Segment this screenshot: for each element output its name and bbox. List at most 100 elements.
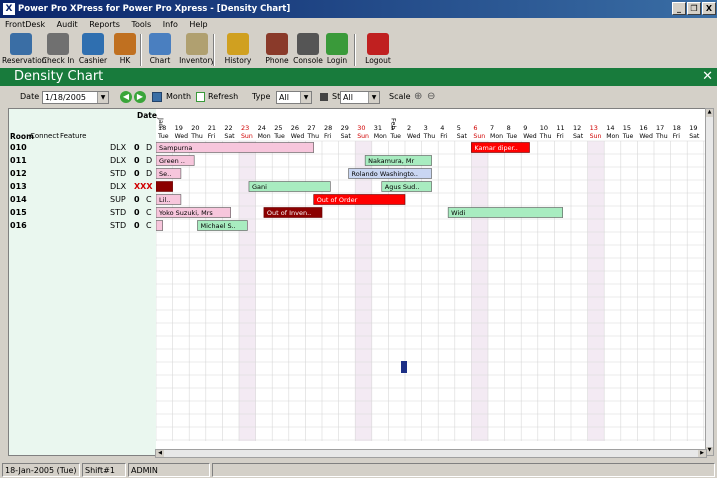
day-number: 15 bbox=[623, 124, 631, 132]
day-number: 19 bbox=[689, 124, 697, 132]
booking-label: Gani bbox=[252, 183, 267, 191]
zoom-out-icon[interactable]: ⊖ bbox=[427, 86, 435, 108]
connect-column-header: Connect bbox=[30, 132, 59, 140]
scroll-left-icon[interactable]: ◀ bbox=[156, 450, 164, 457]
chevron-down-icon[interactable]: ▼ bbox=[97, 92, 108, 103]
panel-close-icon[interactable]: ✕ bbox=[702, 68, 713, 86]
room-type: SUP bbox=[110, 195, 126, 204]
scroll-down-icon[interactable]: ▼ bbox=[706, 447, 713, 455]
minimize-button[interactable]: _ bbox=[672, 2, 686, 15]
toolbar-check-in-button[interactable]: Check In bbox=[38, 32, 78, 68]
horizontal-scrollbar[interactable]: ◀ ▶ bbox=[155, 449, 707, 458]
menu-frontdesk[interactable]: FrontDesk bbox=[5, 20, 45, 29]
toolbar-cashier-button[interactable]: Cashier bbox=[76, 32, 110, 68]
room-row[interactable]: 010 DLX 0 D bbox=[9, 141, 156, 154]
checkin-icon bbox=[47, 33, 69, 55]
menu-tools[interactable]: Tools bbox=[131, 20, 151, 29]
day-number: 22 bbox=[224, 124, 232, 132]
vertical-scrollbar[interactable]: ▲ ▼ bbox=[705, 108, 714, 456]
toolbar-hk-button[interactable]: HK bbox=[112, 32, 138, 68]
day-number: 5 bbox=[457, 124, 461, 132]
room-occupancy: XXX bbox=[134, 182, 153, 191]
toolbar-history-button[interactable]: History bbox=[218, 32, 258, 68]
day-weekday: Mon bbox=[258, 133, 271, 140]
room-number: 011 bbox=[10, 156, 27, 165]
day-number: 28 bbox=[324, 124, 332, 132]
title-bar: X Power Pro XPress for Power Pro Xpress … bbox=[0, 0, 717, 18]
toolbar: Reservation Check In Cashier HK Chart Invento… bbox=[0, 32, 717, 68]
booking-label: Nakamura, Mr bbox=[368, 157, 414, 165]
chevron-down-icon[interactable]: ▼ bbox=[300, 92, 311, 103]
room-type: DLX bbox=[110, 143, 127, 152]
scroll-up-icon[interactable]: ▲ bbox=[706, 109, 713, 117]
room-row[interactable]: 013 DLX XXX bbox=[9, 180, 156, 193]
room-row[interactable]: 014 SUP 0 C bbox=[9, 193, 156, 206]
room-flag: D bbox=[146, 169, 153, 178]
cursor-marker bbox=[401, 361, 407, 373]
room-type: STD bbox=[110, 169, 127, 178]
chevron-down-icon[interactable]: ▼ bbox=[368, 92, 379, 103]
sunday-column bbox=[471, 141, 488, 441]
booking-bar bbox=[447, 207, 564, 218]
booking-label: Rolando Washingto.. bbox=[352, 170, 418, 178]
toolbar-logout-button[interactable]: Logout bbox=[362, 32, 394, 68]
density-grid: Date Room Connect Feature 010 DLX 0 D 011 DLX… bbox=[8, 108, 706, 456]
day-weekday: Sat bbox=[224, 133, 235, 140]
refresh-button[interactable]: Refresh bbox=[208, 86, 238, 108]
menu-audit[interactable]: Audit bbox=[57, 20, 78, 29]
toolbar-inventory-button[interactable]: Inventory bbox=[176, 32, 218, 68]
chart-icon bbox=[149, 33, 171, 55]
room-number: 015 bbox=[10, 208, 27, 217]
day-number: 7 bbox=[490, 124, 494, 132]
date-combo[interactable]: 1/18/2005 ▼ bbox=[42, 91, 109, 104]
toolbar-label: Console bbox=[293, 56, 323, 65]
calendar-icon bbox=[152, 92, 162, 102]
room-row[interactable]: 015 STD 0 C bbox=[9, 206, 156, 219]
menu-help[interactable]: Help bbox=[189, 20, 207, 29]
room-type: DLX bbox=[110, 182, 127, 191]
zoom-in-icon[interactable]: ⊕ bbox=[414, 86, 422, 108]
booking-label: Yoko Suzuki, Mrs bbox=[158, 209, 213, 217]
day-weekday: Tue bbox=[622, 133, 634, 140]
day-weekday: Sat bbox=[457, 133, 468, 140]
month-button[interactable]: Month bbox=[166, 86, 191, 108]
room-occupancy: 0 bbox=[134, 156, 140, 165]
day-number: 14 bbox=[606, 124, 614, 132]
scroll-right-icon[interactable]: ▶ bbox=[698, 450, 706, 457]
next-icon[interactable]: ▶ bbox=[134, 91, 146, 103]
day-number: 27 bbox=[307, 124, 315, 132]
status-bullet-icon bbox=[320, 93, 328, 101]
room-number: 014 bbox=[10, 195, 27, 204]
room-row[interactable]: 012 STD 0 D bbox=[9, 167, 156, 180]
day-number: 26 bbox=[291, 124, 299, 132]
day-weekday: Wed bbox=[175, 133, 189, 140]
day-number: 16 bbox=[639, 124, 647, 132]
menu-reports[interactable]: Reports bbox=[89, 20, 120, 29]
toolbar-label: Phone bbox=[265, 56, 289, 65]
type-combo[interactable]: All ▼ bbox=[276, 91, 312, 104]
room-flag: D bbox=[146, 156, 153, 165]
day-weekday: Sun bbox=[241, 133, 253, 140]
room-flag: C bbox=[146, 195, 152, 204]
day-weekday: Sun bbox=[357, 133, 369, 140]
day-weekday: Fri bbox=[324, 133, 332, 140]
toolbar-separator bbox=[213, 34, 215, 66]
toolbar-reservation-button[interactable]: Reservation bbox=[2, 32, 47, 68]
booking-label: Michael S.. bbox=[201, 222, 236, 230]
day-weekday: Wed bbox=[407, 133, 421, 140]
room-number: 013 bbox=[10, 182, 27, 191]
maximize-button[interactable]: ❐ bbox=[687, 2, 701, 15]
close-window-button[interactable]: X bbox=[702, 2, 716, 15]
toolbar-console-button[interactable]: Console bbox=[292, 32, 324, 68]
toolbar-phone-button[interactable]: Phone bbox=[262, 32, 292, 68]
toolbar-login-button[interactable]: Login bbox=[322, 32, 352, 68]
menu-info[interactable]: Info bbox=[163, 20, 178, 29]
day-number: 6 bbox=[473, 124, 477, 132]
toolbar-chart-button[interactable]: Chart bbox=[145, 32, 175, 68]
status-combo[interactable]: All ▼ bbox=[340, 91, 380, 104]
room-row[interactable]: 011 DLX 0 D bbox=[9, 154, 156, 167]
prev-icon[interactable]: ◀ bbox=[120, 91, 132, 103]
day-number: 13 bbox=[590, 124, 598, 132]
room-row[interactable]: 016 STD 0 C bbox=[9, 219, 156, 232]
room-occupancy: 0 bbox=[134, 221, 140, 230]
